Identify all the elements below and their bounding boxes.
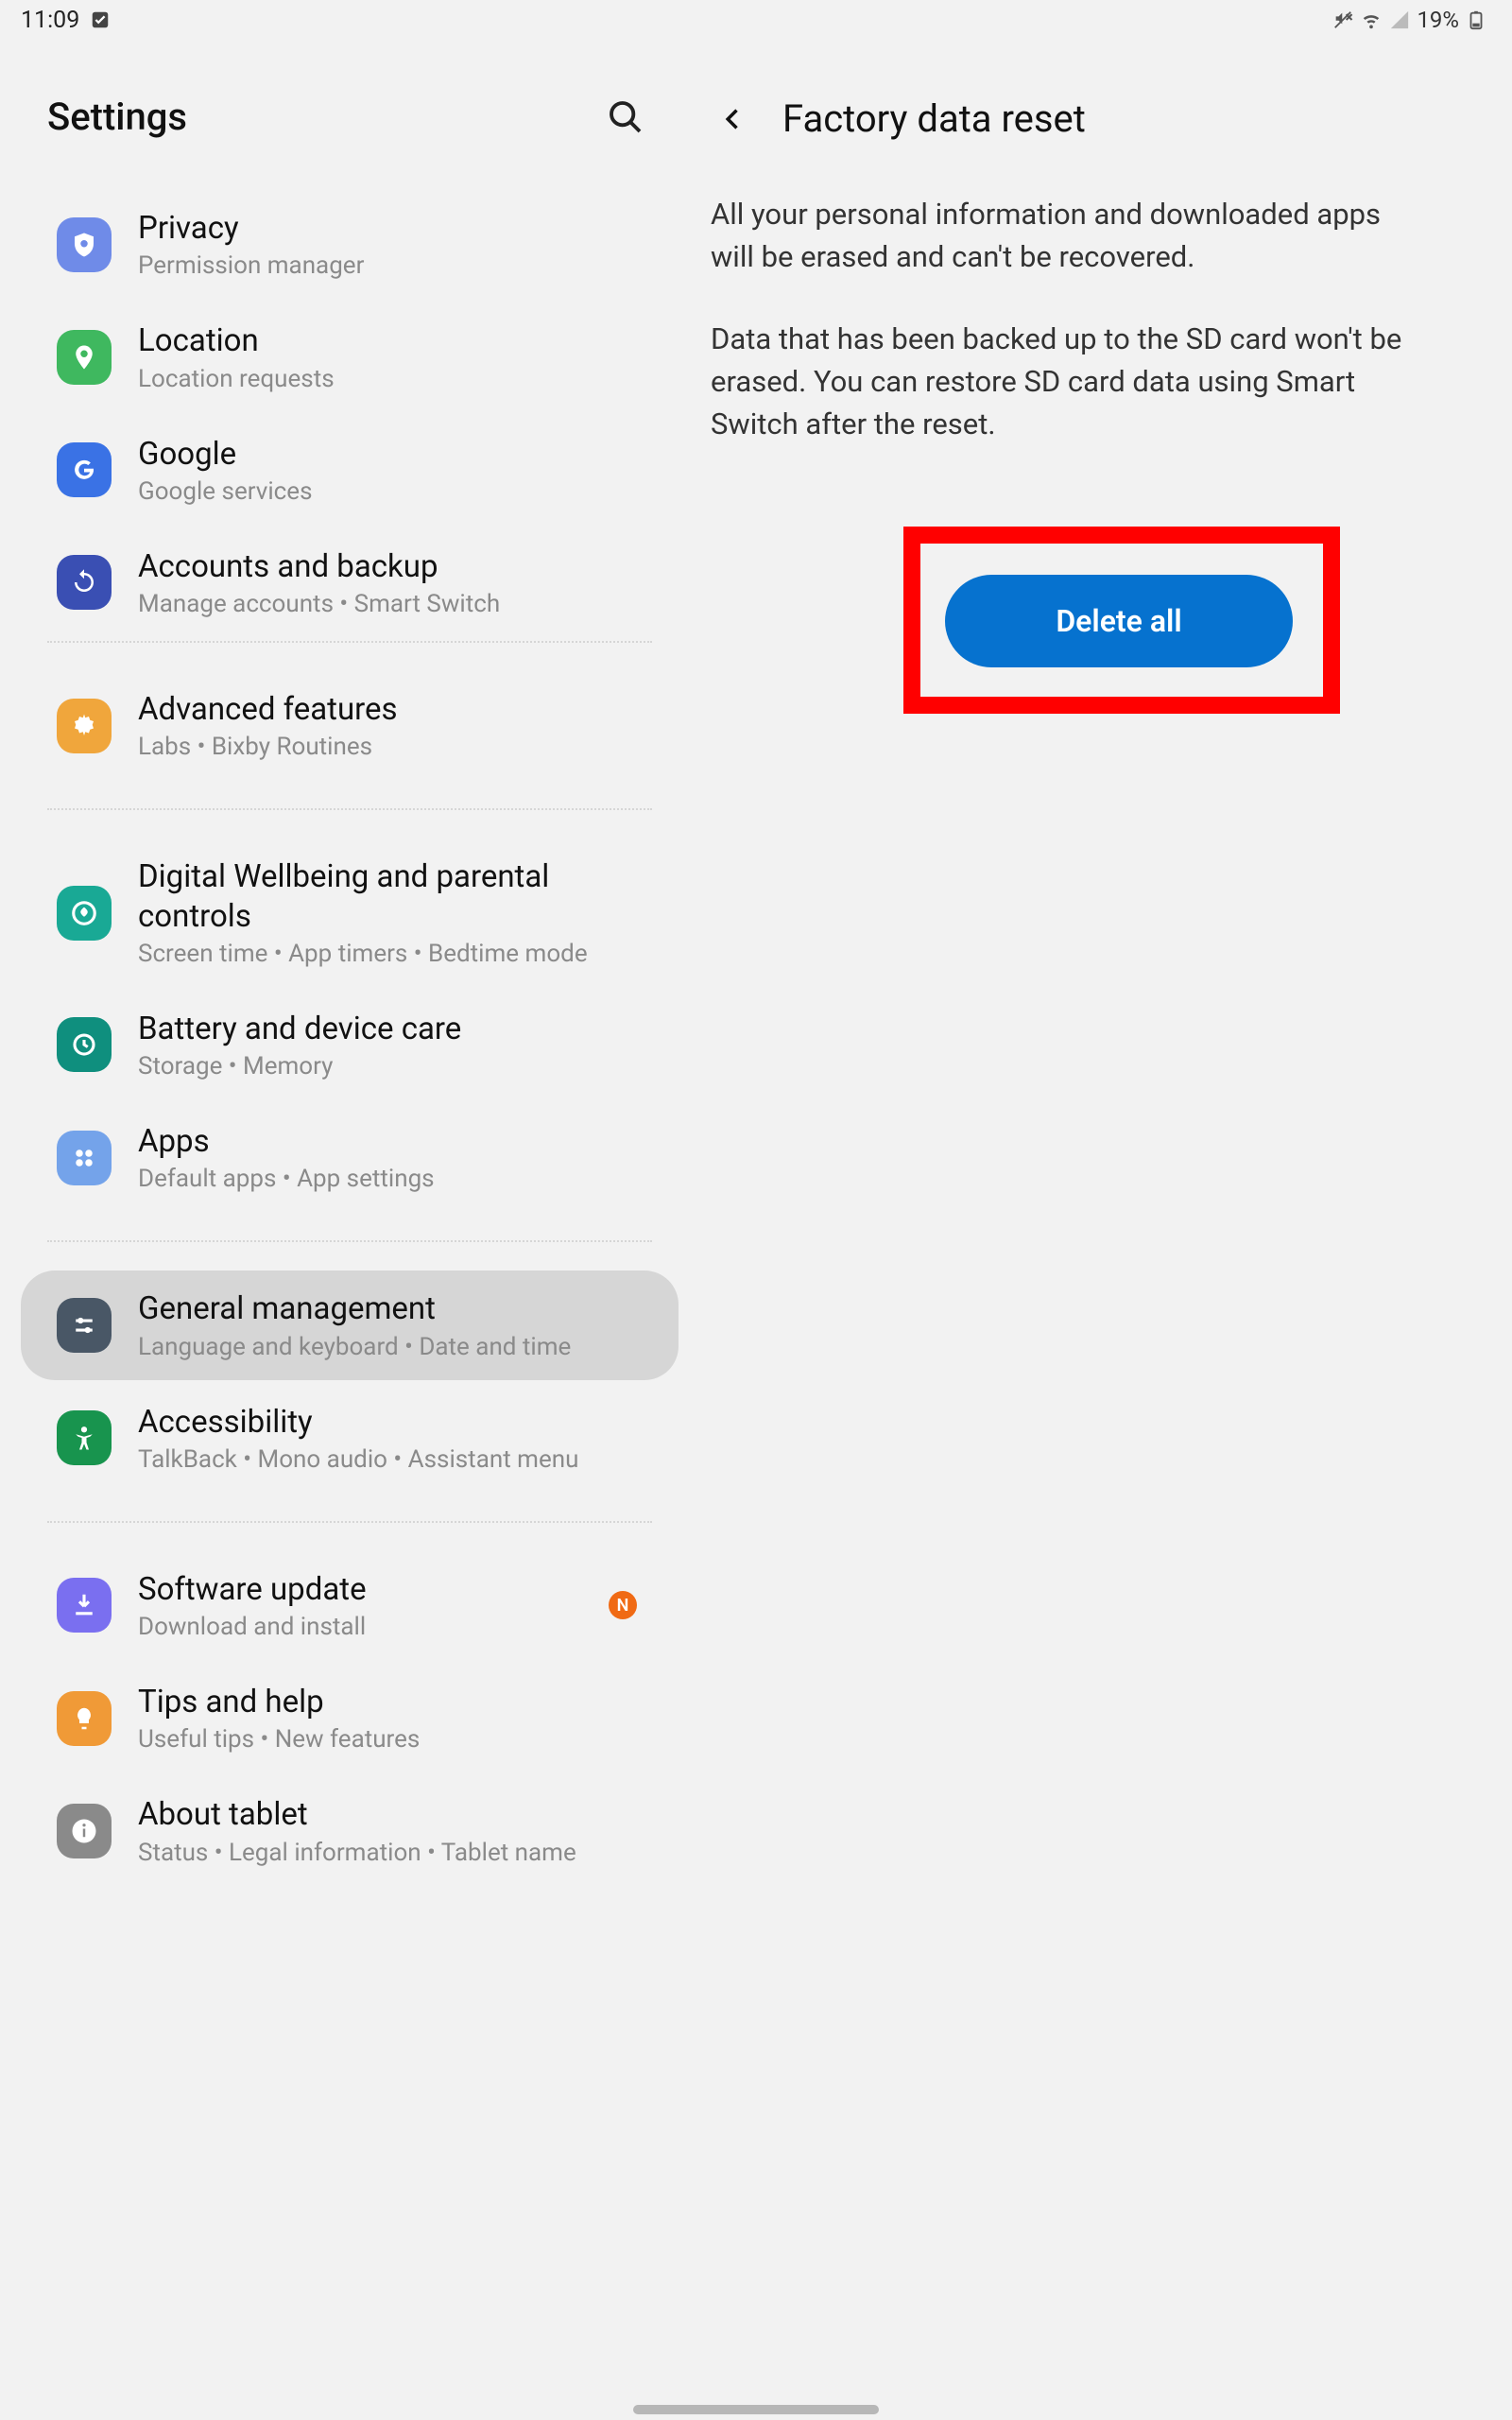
accessibility-icon xyxy=(57,1410,112,1465)
download-icon xyxy=(57,1578,112,1633)
gear-icon xyxy=(57,699,112,753)
item-sub: Status • Legal information • Tablet name xyxy=(138,1839,644,1867)
item-title: About tablet xyxy=(138,1795,644,1834)
item-sub: Useful tips • New features xyxy=(138,1725,644,1754)
sliders-icon xyxy=(57,1298,112,1353)
sidebar-item-digital-wellbeing[interactable]: Digital Wellbeing and parental controls … xyxy=(21,838,679,987)
notification-icon xyxy=(89,9,112,31)
item-title: Software update xyxy=(138,1570,644,1609)
item-title: Privacy xyxy=(138,209,644,248)
item-sub: Location requests xyxy=(138,365,644,393)
delete-all-button[interactable]: Delete all xyxy=(945,575,1293,667)
divider xyxy=(47,641,652,643)
wellbeing-icon xyxy=(57,886,112,941)
sidebar-item-accounts-backup[interactable]: Accounts and backup Manage accounts • Sm… xyxy=(21,528,679,637)
item-title: Apps xyxy=(138,1122,644,1161)
sidebar-item-accessibility[interactable]: Accessibility TalkBack • Mono audio • As… xyxy=(21,1384,679,1493)
item-sub: Labs • Bixby Routines xyxy=(138,733,644,761)
battery-text: 19% xyxy=(1417,7,1459,33)
update-badge: N xyxy=(609,1591,637,1619)
google-icon xyxy=(57,442,112,497)
item-sub: Manage accounts • Smart Switch xyxy=(138,590,644,618)
sidebar-item-location[interactable]: Location Location requests xyxy=(21,302,679,411)
signal-icon xyxy=(1388,9,1411,31)
divider xyxy=(47,1521,652,1523)
sidebar-item-advanced-features[interactable]: Advanced features Labs • Bixby Routines xyxy=(21,671,679,780)
divider xyxy=(47,1240,652,1242)
sidebar-item-battery-care[interactable]: Battery and device care Storage • Memory xyxy=(21,991,679,1099)
sidebar-item-general-management[interactable]: General management Language and keyboard… xyxy=(21,1270,679,1379)
battery-icon xyxy=(1465,9,1487,31)
divider xyxy=(47,808,652,810)
sidebar-item-about-tablet[interactable]: About tablet Status • Legal information … xyxy=(21,1776,679,1885)
sidebar-item-apps[interactable]: Apps Default apps • App settings xyxy=(21,1103,679,1212)
clock: 11:09 xyxy=(21,7,79,34)
mute-icon xyxy=(1332,9,1354,31)
item-sub: Storage • Memory xyxy=(138,1052,644,1080)
item-sub: Default apps • App settings xyxy=(138,1165,644,1193)
settings-title: Settings xyxy=(47,95,187,139)
care-icon xyxy=(57,1017,112,1072)
sidebar-item-tips-help[interactable]: Tips and help Useful tips • New features xyxy=(21,1664,679,1772)
item-sub: Language and keyboard • Date and time xyxy=(138,1333,644,1361)
sidebar-item-google[interactable]: Google Google services xyxy=(21,416,679,525)
detail-paragraph-1: All your personal information and downlo… xyxy=(711,194,1427,279)
location-icon xyxy=(57,330,112,385)
back-button[interactable] xyxy=(713,98,754,140)
item-title: Tips and help xyxy=(138,1683,644,1721)
detail-pane: Factory data reset All your personal inf… xyxy=(699,40,1512,2420)
item-title: General management xyxy=(138,1289,644,1328)
item-title: Battery and device care xyxy=(138,1010,644,1048)
wifi-icon xyxy=(1360,9,1383,31)
item-title: Location xyxy=(138,321,644,360)
status-bar: 11:09 19% xyxy=(0,0,1512,40)
detail-paragraph-2: Data that has been backed up to the SD c… xyxy=(711,319,1427,446)
item-sub: Download and install xyxy=(138,1613,644,1641)
item-sub: Google services xyxy=(138,477,644,506)
info-icon xyxy=(57,1804,112,1858)
item-title: Digital Wellbeing and parental controls xyxy=(138,857,644,936)
item-title: Accessibility xyxy=(138,1403,644,1442)
apps-icon xyxy=(57,1131,112,1185)
item-title: Accounts and backup xyxy=(138,547,644,586)
sidebar-item-software-update[interactable]: Software update Download and install N xyxy=(21,1551,679,1660)
settings-pane: Settings Privacy Permission manager Loca… xyxy=(0,40,699,2420)
shield-icon xyxy=(57,217,112,272)
sidebar-item-privacy[interactable]: Privacy Permission manager xyxy=(21,190,679,299)
search-icon[interactable] xyxy=(607,98,644,136)
sync-icon xyxy=(57,555,112,610)
bulb-icon xyxy=(57,1691,112,1746)
detail-title: Factory data reset xyxy=(782,96,1086,141)
item-title: Google xyxy=(138,435,644,474)
item-title: Advanced features xyxy=(138,690,644,729)
nav-handle[interactable] xyxy=(633,2405,879,2414)
item-sub: Screen time • App timers • Bedtime mode xyxy=(138,940,644,968)
item-sub: Permission manager xyxy=(138,251,644,280)
item-sub: TalkBack • Mono audio • Assistant menu xyxy=(138,1445,644,1474)
